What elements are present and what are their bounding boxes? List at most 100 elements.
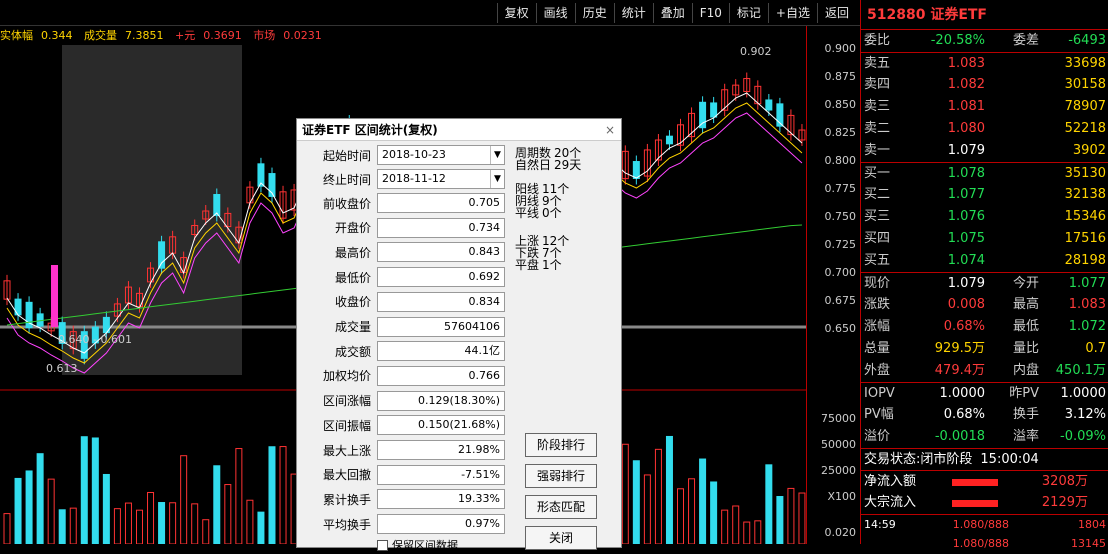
stat-row-label: 外盘 [864,363,891,378]
volume-bar [124,502,132,544]
stat-row: 外盘 479.4万 内盘 450.1万 [861,360,1108,382]
ask-row-value2: 78907 [1064,99,1106,114]
volume-bar [654,448,662,544]
stat-row-value: 929.5万 [934,341,985,356]
iopv-row: PV幅 0.68% 换手 3.12% [861,404,1108,426]
info-value-4: 0.0231 [283,29,322,42]
field-7-label: 加权均价 [322,369,371,384]
field-5-row: 成交量 57604106 [297,316,507,337]
dialog-title-text: 证券ETF 区间统计(复权) [302,123,438,137]
checkbox[interactable] [377,539,388,551]
start-date-row: 起始时间 2018-10-23 ▼ [297,145,507,165]
field-10-row: 最大上涨 21.98% [297,440,507,460]
field-4-value: 0.834 [377,291,505,312]
end-date-input[interactable]: 2018-11-12 ▼ [377,169,505,189]
iopv-row-value: 0.68% [943,407,985,422]
toolbar-item-3[interactable]: 统计 [613,2,653,23]
volume-bar [246,499,254,544]
toolbar-item-8[interactable]: 返回 [816,2,856,23]
stat-row-label: 涨幅 [864,319,891,334]
price-tick: 0.750 [824,210,857,223]
info-value-3: 0.3691 [203,29,242,42]
volume-bar [36,453,44,544]
close-icon[interactable]: × [605,119,615,141]
tick-row: 14:59 1.080/888 1804 [861,514,1108,534]
toolbar-item-7[interactable]: +自选 [767,2,817,23]
dialog-button-2[interactable]: 形态匹配 [525,495,597,519]
flow-value: 2129万 [1041,495,1088,510]
volume-bar [787,487,795,544]
stat-1: 自然日 29天 [515,159,581,171]
dialog-button-3[interactable]: 关闭 [525,526,597,550]
volume-bar [69,507,77,544]
chart-toolbar: 复权 画线 历史 统计 叠加 F10 标记 +自选 返回 [0,0,860,26]
bid-row-value2: 32138 [1064,187,1106,202]
ask-row-value: 1.081 [947,99,985,114]
ask-row-label2 [989,140,1043,162]
stat-value: 0个 [542,206,562,220]
volume-bar [279,446,287,544]
stat-value: 29天 [554,158,582,172]
volume-bar [14,477,22,544]
info-value-1: 0.344 [41,29,73,42]
volume-bar [732,505,740,544]
trade-status-value: 闭市阶段 [920,452,973,467]
bid-row-value2: 28198 [1064,253,1106,268]
volume-bar [202,519,210,544]
ask-row-label: 卖三 [864,99,891,114]
bid-row-value: 1.078 [947,166,985,181]
dialog-button-0[interactable]: 阶段排行 [525,433,597,457]
dialog-button-1[interactable]: 强弱排行 [525,464,597,488]
chevron-down-icon[interactable]: ▼ [490,146,504,164]
field-3-label: 最低价 [334,270,371,285]
field-9-label: 区间振幅 [322,418,371,433]
tick-row: 1.080/888 13145 [861,534,1108,554]
toolbar-item-0[interactable]: 复权 [496,2,536,23]
volume-bar [798,492,806,544]
field-13-label: 平均换手 [322,517,371,532]
chevron-down-icon[interactable]: ▼ [490,170,504,188]
field-6-row: 成交额 44.1亿 [297,341,507,362]
start-date-input[interactable]: 2018-10-23 ▼ [377,145,505,165]
retain-checkbox-row[interactable]: 保留区间数据 [377,537,458,553]
stat-row-label2: 量比 [1012,341,1039,356]
price-axis: 0.900 0.875 0.850 0.825 0.800 0.775 0.750 0.725… [806,26,860,544]
info-label-4: 市场 [253,29,276,42]
volume-bar [754,520,762,544]
toolbar-item-6[interactable]: 标记 [728,2,768,23]
stat-row: 涨跌 0.008 最高 1.083 [861,294,1108,316]
toolbar-item-1[interactable]: 画线 [535,2,575,23]
volume-bar [102,473,110,544]
ask-row: 卖三 1.081 78907 [861,96,1108,118]
field-13-row: 平均换手 0.97% [297,514,507,535]
toolbar-item-2[interactable]: 历史 [574,2,614,23]
field-1-value: 0.734 [377,217,505,238]
security-title: 512880 证券ETF [861,0,1108,30]
stat-row-label: 涨跌 [864,297,891,312]
start-date-label: 起始时间 [322,148,371,163]
volume-bar [621,443,629,544]
volume-bar [765,464,773,544]
tick-volume: 1804 [1078,518,1106,531]
field-11-row: 最大回撤 -7.51% [297,464,507,485]
iopv-row-value2: 3.12% [1064,407,1106,422]
bid-row: 买三 1.076 15346 [861,206,1108,228]
bid-row-label: 买四 [864,231,891,246]
ask-row-label2 [989,74,1043,96]
price-tick: 0.020 [824,526,857,539]
ask-row-value: 1.082 [947,77,985,92]
price-tick: 0.700 [824,266,857,279]
volume-bar [235,448,243,544]
bid-row-label: 买五 [864,253,891,268]
stat-row-label2: 最低 [1012,319,1039,334]
iopv-row-label: 溢价 [864,429,891,444]
volume-bar [776,496,784,544]
volume-bar [257,511,265,544]
stat-label: 平线 [515,206,540,220]
trade-status-row: 交易状态: 闭市阶段 15:00:04 [861,448,1108,470]
field-11-label: 最大回撤 [322,468,371,483]
toolbar-item-4[interactable]: 叠加 [652,2,692,23]
field-4-row: 收盘价 0.834 [297,291,507,312]
toolbar-item-5[interactable]: F10 [691,2,729,23]
volume-bar [58,509,66,544]
